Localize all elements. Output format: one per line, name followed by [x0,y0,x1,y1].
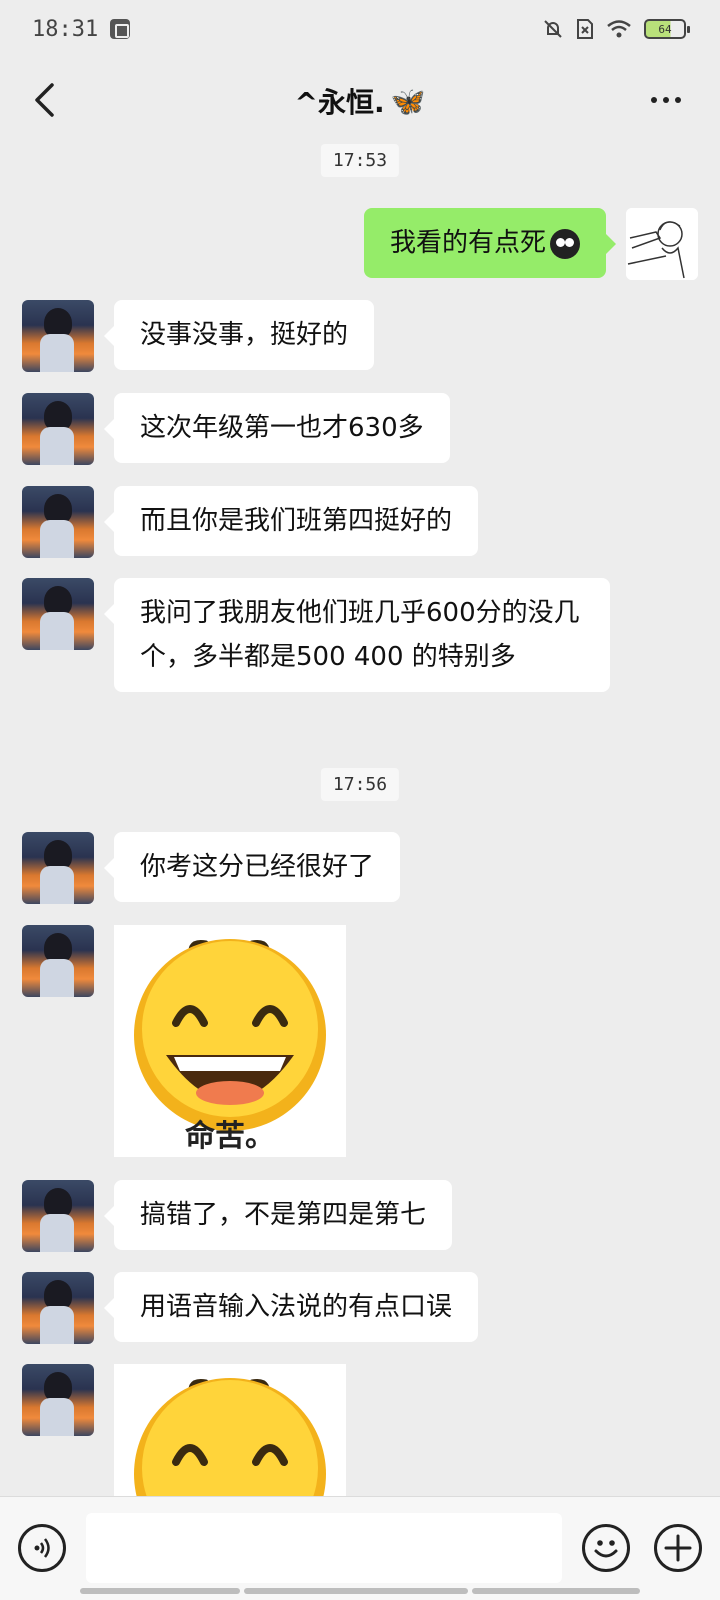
avatar-other[interactable] [22,300,94,372]
status-right: 64 [542,18,690,40]
avatar-other[interactable] [22,1364,94,1436]
chevron-left-icon [35,83,54,117]
more-options-button[interactable] [638,80,694,120]
avatar-other[interactable] [22,1272,94,1344]
avatar-self[interactable] [626,208,698,280]
message-text: 搞错了，不是第四是第七 [140,1200,427,1230]
chat-header: ^永恒. 🦋 [0,58,720,144]
nav-handle [244,1588,468,1594]
wifi-icon [607,20,631,38]
plus-button[interactable] [654,1524,702,1572]
chat-title-text: ^永恒. [294,86,385,119]
message-bubble-other[interactable]: 这次年级第一也才630多 [104,393,450,463]
message-text: 我看的有点死 [389,228,546,258]
more-dots-icon [651,97,657,103]
laughing-bee-sticker-icon [114,1364,346,1496]
plus-icon [664,1534,692,1562]
emoji-button[interactable] [582,1524,630,1572]
message-text: 用语音输入法说的有点口误 [140,1292,453,1322]
battery-icon: 64 [644,19,690,39]
message-bubble-other[interactable]: 搞错了，不是第四是第七 [103,1180,453,1250]
avatar-other[interactable] [22,486,94,558]
status-left: 18:31 [32,16,131,42]
message-text: 而且你是我们班第四挺好的 [140,506,453,536]
message-bubble-other[interactable]: 你考这分已经很好了 [103,832,401,902]
sketch-avatar-icon [626,208,698,280]
sticker-message[interactable] [114,1364,346,1496]
mute-bell-icon [544,20,562,38]
avatar-other[interactable] [22,393,94,465]
avatar-other[interactable] [22,578,94,650]
status-time: 18:31 [32,16,99,42]
battery-level: 64 [658,22,672,36]
message-bubble-self[interactable]: 我看的有点死 [363,208,617,278]
message-text: 没事没事，挺好的 [140,320,349,350]
message-list[interactable]: 17:53 我看的有点死 没事没事，挺好的 这次年级第一也才630多 而且你是我… [0,144,720,1496]
message-bubble-other[interactable]: 用语音输入法说的有点口误 [103,1272,479,1342]
message-bubble-other[interactable]: 而且你是我们班第四挺好的 [103,486,479,556]
voice-icon [34,1538,50,1558]
message-bubble-other[interactable]: 没事没事，挺好的 [103,300,375,370]
avatar-other[interactable] [22,832,94,904]
sticker-caption: 命苦。 [185,1119,275,1154]
nav-handle [80,1588,240,1594]
message-text: 你考这分已经很好了 [140,852,375,882]
sticker-message[interactable]: 命苦。 [114,925,346,1157]
timestamp: 17:53 [320,144,400,177]
back-button[interactable] [24,80,64,120]
avatar-other[interactable] [22,925,94,997]
voice-button[interactable] [18,1524,66,1572]
chat-title: ^永恒. 🦋 [295,81,426,121]
message-text: 这次年级第一也才630多 [140,413,424,443]
status-bar: 18:31 64 [0,0,720,58]
app-notification-icon [110,19,131,39]
message-bubble-other[interactable]: 我问了我朋友他们班几乎600分的没几个，多半都是500 400 的特别多 [104,578,610,692]
timestamp: 17:56 [320,768,400,801]
no-sim-icon [577,19,593,39]
nav-handle [472,1588,640,1594]
avatar-other[interactable] [22,1180,94,1252]
input-bar [0,1496,720,1600]
message-text: 我问了我朋友他们班几乎600分的没几个，多半都是500 400 的特别多 [140,598,580,672]
message-input[interactable] [86,1513,562,1583]
butterfly-emoji: 🦋 [390,84,426,118]
crying-emoji-icon [550,228,580,259]
emoji-icon [594,1540,618,1558]
